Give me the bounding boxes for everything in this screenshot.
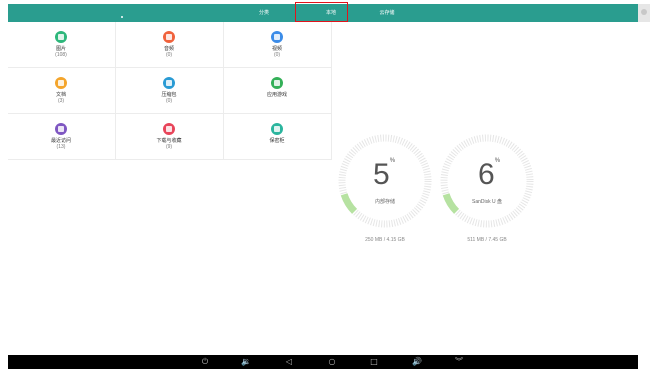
safe-icon bbox=[271, 123, 283, 135]
collapse-icon[interactable]: ︾ bbox=[454, 357, 464, 367]
home-icon[interactable]: ○ bbox=[327, 357, 337, 367]
tab-cloud[interactable]: 云存储 bbox=[372, 4, 402, 22]
category-documents[interactable]: 文档 (3) bbox=[8, 68, 116, 114]
tab-category[interactable]: 分类 bbox=[249, 4, 279, 22]
category-label: 文档 bbox=[55, 92, 66, 98]
category-audio[interactable]: 音频 (0) bbox=[116, 22, 224, 68]
storage-percent: 6% bbox=[478, 158, 501, 191]
category-video[interactable]: 视频 (0) bbox=[224, 22, 332, 68]
category-images[interactable]: 图片 (108) bbox=[8, 22, 116, 68]
category-count: (3) bbox=[57, 98, 65, 104]
video-icon bbox=[271, 31, 283, 43]
music-icon bbox=[163, 31, 175, 43]
category-archives[interactable]: 压缩包 (0) bbox=[116, 68, 224, 114]
storage-label: 内部存储 bbox=[374, 199, 395, 205]
category-count: (13) bbox=[56, 144, 66, 150]
category-count: (0) bbox=[165, 98, 173, 104]
category-count: (9) bbox=[165, 144, 173, 150]
category-grid: 图片 (108) 音频 (0) 视频 (0) 文档 (3) 压缩包 (0) 应用… bbox=[8, 22, 332, 161]
category-count: (0) bbox=[273, 52, 281, 58]
category-count: (108) bbox=[55, 52, 67, 58]
category-label: 音频 bbox=[163, 46, 174, 52]
archive-icon bbox=[163, 77, 175, 89]
category-apps[interactable]: 应用游戏 bbox=[224, 68, 332, 114]
document-icon bbox=[55, 77, 67, 89]
power-icon[interactable]: ⏻ bbox=[200, 357, 210, 367]
category-count: (0) bbox=[165, 52, 173, 58]
category-label: 图片 bbox=[55, 46, 66, 52]
side-menu-handle[interactable] bbox=[638, 4, 650, 22]
apps-icon bbox=[271, 77, 283, 89]
storage-label: SanDisk U 盘 bbox=[471, 199, 502, 205]
star-icon bbox=[163, 123, 175, 135]
category-recent[interactable]: 最近访问 (13) bbox=[8, 114, 116, 160]
category-label: 压缩包 bbox=[161, 92, 177, 98]
recent-icon bbox=[55, 123, 67, 135]
storage-percent: 5% bbox=[373, 158, 396, 191]
category-label: 下载与收藏 bbox=[156, 138, 182, 144]
category-label: 最近访问 bbox=[50, 138, 71, 144]
recents-icon[interactable]: □ bbox=[369, 357, 379, 367]
volume-down-icon[interactable]: 🔉 bbox=[241, 357, 251, 367]
image-icon bbox=[55, 31, 67, 43]
category-label: 应用游戏 bbox=[266, 92, 287, 98]
category-label: 视频 bbox=[271, 46, 282, 52]
usb-storage-card[interactable]: 6% SanDisk U 盘 511 MB / 7.45 GB bbox=[437, 131, 537, 251]
category-label: 保密柜 bbox=[269, 138, 285, 144]
volume-up-icon[interactable]: 🔊 bbox=[412, 357, 422, 367]
tab-indicator-dot bbox=[121, 16, 123, 18]
selected-tab-highlight bbox=[295, 2, 348, 22]
menu-dot-icon bbox=[641, 9, 647, 15]
storage-size: 250 MB / 4.15 GB bbox=[365, 237, 405, 243]
internal-storage-card[interactable]: 5% 内部存储 250 MB / 4.15 GB bbox=[335, 131, 435, 251]
system-navigation-bar: ⏻ 🔉 ◁ ○ □ 🔊 ︾ bbox=[8, 355, 638, 369]
category-safe-box[interactable]: 保密柜 bbox=[224, 114, 332, 160]
category-downloads-favorites[interactable]: 下载与收藏 (9) bbox=[116, 114, 224, 160]
storage-size: 511 MB / 7.45 GB bbox=[467, 237, 507, 243]
back-icon[interactable]: ◁ bbox=[284, 357, 294, 367]
